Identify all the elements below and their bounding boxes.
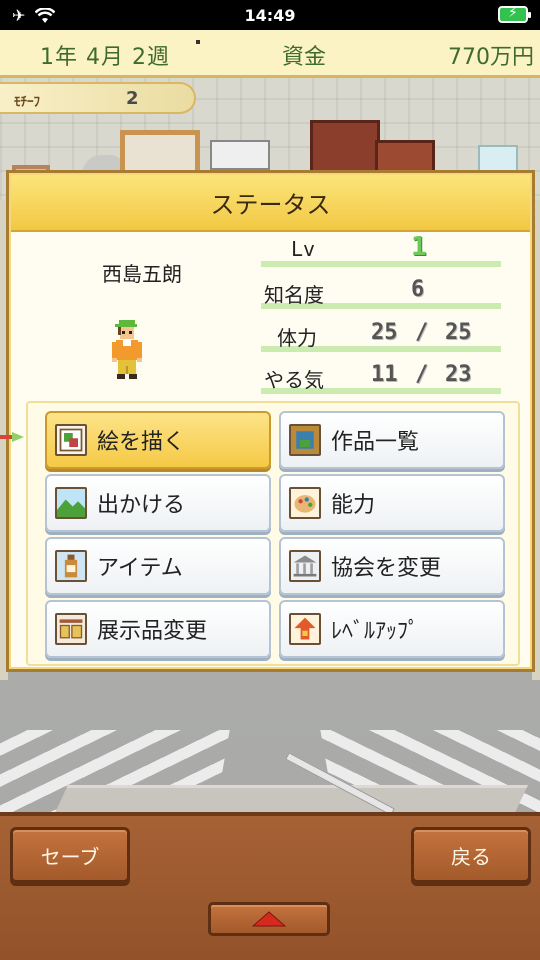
battery-charging-icon: ⚡	[498, 5, 531, 23]
go-out-button[interactable]: 出かける	[45, 474, 271, 532]
triangle-up-icon	[252, 911, 286, 927]
top-hud: 1年 4月 2週 資金 770万円	[0, 30, 540, 78]
airplane-mode-icon: ✈	[12, 6, 26, 25]
game-date: 1年 4月 2週	[40, 45, 170, 70]
works-list-label: 作品一覧	[331, 430, 420, 455]
stamina-max: 25	[445, 320, 472, 345]
back-button-label: 戻る	[451, 844, 491, 869]
exhibit-frames-icon	[55, 613, 87, 645]
stamina-label: 体力	[277, 326, 317, 350]
framed-picture-icon	[289, 424, 321, 456]
stat-motivation: やる気 11 / 23	[261, 360, 501, 394]
museum-building-icon	[289, 550, 321, 582]
status-panel: ステータス 西島五朗 Lv 1 知名度 6 体力 25 / 25 やる気 11 …	[6, 170, 535, 672]
motif-label: ﾓﾁｰﾌ	[14, 95, 40, 110]
item-button[interactable]: アイテム	[45, 537, 271, 595]
selection-pointer-icon	[0, 432, 24, 442]
change-exhibit-button[interactable]: 展示品変更	[45, 600, 271, 658]
panel-title: ステータス	[11, 175, 530, 232]
painting-canvas-icon	[55, 424, 87, 456]
motivation-max: 23	[445, 362, 472, 387]
ability-label: 能力	[331, 493, 376, 518]
clock: 14:49	[244, 5, 296, 25]
level-value: 1	[411, 232, 427, 262]
level-up-button[interactable]: ﾚﾍﾞﾙｱｯﾌﾟ	[279, 600, 505, 658]
stat-level: Lv 1	[261, 232, 501, 267]
palette-icon	[289, 487, 321, 519]
motif-counter[interactable]: ﾓﾁｰﾌ 2	[0, 82, 196, 114]
dot-marker	[196, 40, 200, 44]
ability-button[interactable]: 能力	[279, 474, 505, 532]
character-name: 西島五朗	[102, 262, 182, 286]
system-status-bar: ✈ 14:49 ⚡	[0, 0, 540, 30]
works-list-button[interactable]: 作品一覧	[279, 411, 505, 469]
fame-value: 6	[411, 277, 425, 302]
action-menu: 絵を描く 作品一覧 出かける 能力 アイテム 協会を変更 展示品変更 ﾚﾍﾞﾙｱ…	[26, 401, 520, 666]
stat-fame: 知名度 6	[261, 275, 501, 309]
change-exhibit-label: 展示品変更	[97, 619, 208, 644]
paint-button-label: 絵を描く	[97, 430, 186, 455]
paint-button[interactable]: 絵を描く	[45, 411, 271, 469]
save-button[interactable]: セーブ	[10, 827, 130, 883]
back-button[interactable]: 戻る	[411, 827, 531, 883]
funds-label: 資金	[282, 45, 327, 70]
save-button-label: セーブ	[40, 844, 100, 869]
funds-value: 770万円	[448, 45, 534, 70]
motivation-current: 11	[371, 362, 398, 387]
stamina-current: 25	[371, 320, 398, 345]
level-up-arrow-icon	[289, 613, 321, 645]
expand-menu-button[interactable]	[208, 902, 330, 936]
change-association-button[interactable]: 協会を変更	[279, 537, 505, 595]
tool-box-decoration	[210, 140, 270, 170]
item-label: アイテム	[97, 556, 183, 581]
fame-label: 知名度	[264, 283, 324, 307]
landscape-icon	[55, 487, 87, 519]
stat-stamina: 体力 25 / 25	[261, 318, 501, 352]
level-up-label: ﾚﾍﾞﾙｱｯﾌﾟ	[331, 619, 420, 644]
motivation-label: やる気	[264, 368, 324, 392]
wifi-icon	[35, 7, 56, 23]
bottle-icon	[55, 550, 87, 582]
motivation-separator: /	[415, 362, 429, 387]
change-association-label: 協会を変更	[331, 556, 442, 581]
stamina-separator: /	[415, 320, 429, 345]
motif-value: 2	[126, 88, 139, 109]
level-label: Lv	[291, 237, 316, 261]
go-out-label: 出かける	[97, 493, 186, 518]
character-sprite-icon	[112, 320, 142, 379]
